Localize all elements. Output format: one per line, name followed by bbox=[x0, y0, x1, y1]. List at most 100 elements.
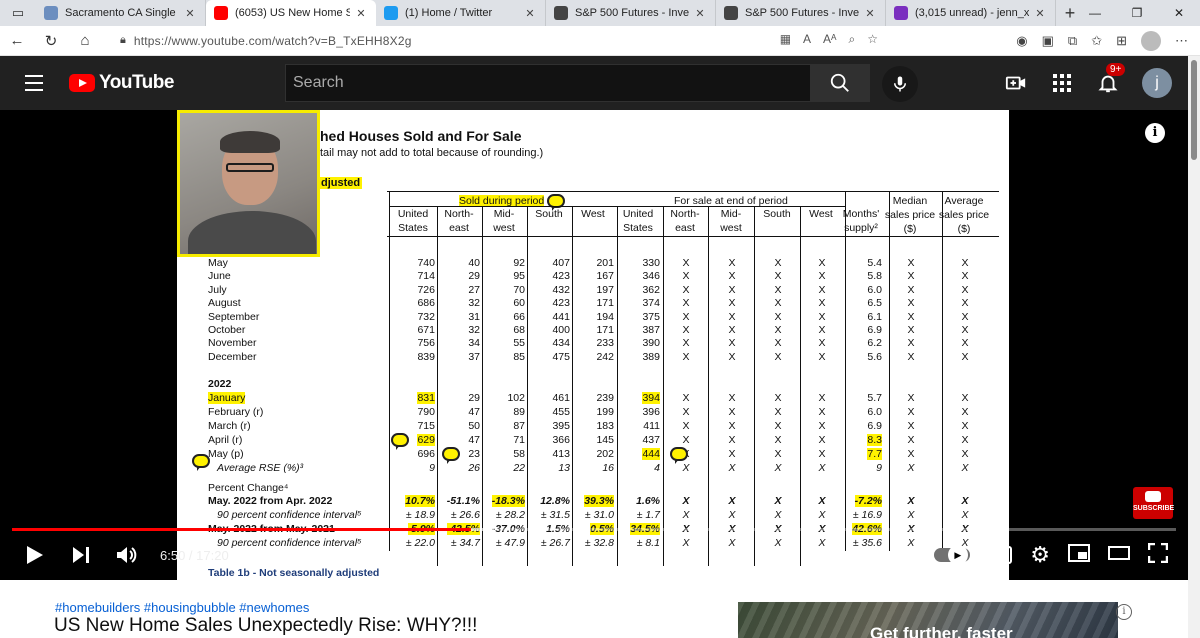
table-cell-value: X bbox=[818, 392, 826, 404]
table-cell-value: X bbox=[961, 310, 969, 323]
apps-grid-icon[interactable] bbox=[1050, 71, 1074, 95]
next-icon bbox=[73, 547, 89, 563]
extension-1-icon[interactable]: ◉ bbox=[1016, 33, 1027, 49]
progress-bar[interactable] bbox=[12, 528, 1176, 531]
next-button[interactable] bbox=[58, 535, 104, 575]
table-cell-value: 396 bbox=[642, 406, 660, 418]
table-cell-value: -7.2% bbox=[854, 495, 882, 507]
browser-tab[interactable]: Sacramento CA Single Fami ✕ bbox=[36, 0, 206, 26]
favorites-icon[interactable]: ✩ bbox=[1091, 33, 1102, 49]
tab-close-icon[interactable]: ✕ bbox=[863, 7, 877, 20]
search-button[interactable] bbox=[810, 64, 870, 102]
table-cell: 732 bbox=[393, 311, 435, 323]
table-cell-value: 233 bbox=[596, 337, 614, 350]
table-cell: X bbox=[938, 434, 992, 446]
restore-icon[interactable]: ❐ bbox=[1116, 0, 1158, 26]
table-cell: 194 bbox=[574, 311, 614, 323]
close-window-icon[interactable]: ✕ bbox=[1158, 0, 1200, 26]
row-label-text: May. 2022 from Apr. 2022 bbox=[208, 495, 333, 507]
table-cell: X bbox=[712, 351, 752, 363]
browser-tab[interactable]: S&P 500 Futures - Investing ✕ bbox=[546, 0, 716, 26]
table-cell-value: X bbox=[907, 297, 915, 310]
video-hashtags[interactable]: #homebuilders #housingbubble #newhomes bbox=[55, 600, 309, 615]
tab-close-icon[interactable]: ✕ bbox=[1033, 7, 1047, 20]
column-header-line1: Average bbox=[944, 195, 984, 207]
app-available-icon[interactable]: ▦ bbox=[780, 32, 791, 47]
captions-icon[interactable]: CC bbox=[987, 546, 1013, 564]
back-icon[interactable]: ← bbox=[0, 26, 34, 56]
table-cell: X bbox=[884, 337, 938, 349]
tab-actions-icon[interactable]: ▭ bbox=[0, 0, 36, 26]
row-label: November bbox=[208, 337, 256, 349]
tab-title: (1) Home / Twitter bbox=[405, 7, 493, 19]
browser-tab[interactable]: S&P 500 Futures - Investing ✕ bbox=[716, 0, 886, 26]
menu-icon[interactable] bbox=[25, 75, 53, 91]
table-cell-value: 55 bbox=[513, 337, 525, 350]
tab-close-icon[interactable]: ✕ bbox=[354, 7, 368, 20]
subscribe-watermark[interactable]: SUBSCRIBE bbox=[1133, 487, 1174, 519]
tab-close-icon[interactable]: ✕ bbox=[693, 7, 707, 20]
video-player[interactable]: hed Houses Sold and For Sale tail may no… bbox=[0, 110, 1188, 580]
extensions-icon[interactable]: ⧉ bbox=[1068, 33, 1077, 49]
browser-tab[interactable]: (1) Home / Twitter ✕ bbox=[376, 0, 546, 26]
table-cell: X bbox=[938, 392, 992, 404]
table-cell-value: 89 bbox=[513, 406, 525, 418]
notifications-bell-icon[interactable]: 9+ bbox=[1096, 63, 1126, 95]
info-icon[interactable]: i bbox=[1145, 123, 1165, 143]
account-avatar[interactable]: j bbox=[1142, 68, 1172, 98]
table-cell: 740 bbox=[393, 257, 435, 269]
browser-tab[interactable]: (6053) US New Home Sales ✕ bbox=[206, 0, 376, 26]
table-cell: X bbox=[802, 406, 842, 418]
table-cell-value: 194 bbox=[596, 310, 614, 323]
ad-info-icon[interactable]: i bbox=[1116, 604, 1132, 620]
url-field[interactable]: 🔒︎ https://www.youtube.com/watch?v=B_TxE… bbox=[110, 28, 890, 53]
column-header: North-east bbox=[436, 207, 482, 235]
settings-gear-icon[interactable]: ⚙ bbox=[1030, 542, 1050, 568]
table-cell: X bbox=[802, 297, 842, 309]
table-cell-value: 40 bbox=[468, 257, 480, 269]
tab-close-icon[interactable]: ✕ bbox=[183, 7, 197, 20]
browser-tab[interactable]: (3,015 unread) - jenn_xwa ✕ bbox=[886, 0, 1056, 26]
ad-banner[interactable]: Get further, faster bbox=[738, 602, 1118, 638]
table-cell: X bbox=[758, 351, 798, 363]
volume-button[interactable] bbox=[104, 535, 150, 575]
table-cell-value: 71 bbox=[513, 434, 525, 446]
youtube-logo[interactable]: YouTube bbox=[69, 72, 174, 94]
favorite-icon[interactable]: ☆ bbox=[867, 32, 878, 47]
theater-mode-icon[interactable] bbox=[1108, 545, 1130, 565]
play-button[interactable] bbox=[12, 535, 58, 575]
table-cell: X bbox=[712, 337, 752, 349]
table-cell: 8.3 bbox=[842, 434, 882, 446]
extension-2-icon[interactable]: ▣ bbox=[1042, 33, 1054, 49]
column-divider bbox=[663, 206, 664, 566]
page-scrollbar[interactable] bbox=[1188, 56, 1200, 638]
miniplayer-icon[interactable] bbox=[1068, 543, 1090, 567]
url-text[interactable]: https://www.youtube.com/watch?v=B_TxEHH8… bbox=[134, 34, 412, 48]
create-video-icon[interactable] bbox=[1004, 71, 1028, 95]
scrollbar-thumb[interactable] bbox=[1191, 60, 1197, 160]
table-cell: 455 bbox=[530, 406, 570, 418]
refresh-icon[interactable]: ↻ bbox=[34, 26, 68, 56]
lock-icon[interactable]: 🔒︎ bbox=[120, 34, 126, 47]
rse-cell: X bbox=[961, 462, 969, 474]
zoom-icon[interactable]: ⌕ bbox=[849, 32, 856, 47]
table-cell-value: X bbox=[961, 297, 969, 310]
voice-search-button[interactable] bbox=[882, 66, 918, 102]
tab-close-icon[interactable]: ✕ bbox=[523, 7, 537, 20]
table-cell-value: -51.1% bbox=[446, 495, 480, 507]
minimize-icon[interactable]: — bbox=[1074, 0, 1116, 26]
fullscreen-icon[interactable] bbox=[1147, 542, 1169, 568]
row-label: May bbox=[208, 257, 228, 269]
reader-view-icon[interactable]: A bbox=[803, 32, 811, 47]
table-cell-value: 5.4 bbox=[867, 257, 882, 269]
more-menu-icon[interactable]: ⋯ bbox=[1175, 33, 1188, 49]
table-cell: X bbox=[884, 434, 938, 446]
collections-icon[interactable]: ⊞ bbox=[1116, 33, 1127, 49]
home-icon[interactable]: ⌂ bbox=[68, 26, 102, 56]
table-cell: X bbox=[712, 270, 752, 282]
search-input[interactable]: Search bbox=[285, 64, 811, 102]
column-header: Months' supply² bbox=[838, 207, 884, 235]
read-aloud-icon[interactable]: Aᴬ bbox=[823, 32, 836, 47]
autoplay-toggle[interactable]: ▶ bbox=[933, 545, 970, 565]
profile-avatar[interactable] bbox=[1141, 31, 1161, 51]
